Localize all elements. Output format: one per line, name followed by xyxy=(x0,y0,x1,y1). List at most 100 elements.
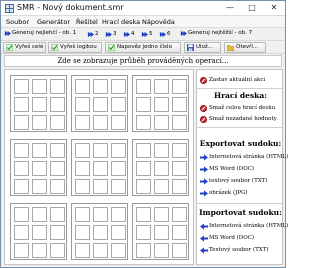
sudoku-cell[interactable] xyxy=(32,225,47,240)
sudoku-cell[interactable] xyxy=(32,179,47,194)
sudoku-cell[interactable] xyxy=(32,207,47,222)
sudoku-cell[interactable] xyxy=(75,79,90,94)
sudoku-cell[interactable] xyxy=(50,161,65,176)
menu-napoveda[interactable]: Nápověda xyxy=(142,17,175,27)
sudoku-cell[interactable] xyxy=(136,115,151,130)
generate-level-4-button[interactable]: 4 xyxy=(123,29,135,40)
sudoku-cell[interactable] xyxy=(50,143,65,158)
clear-unset-button[interactable]: Smaž nezadané hodnoty xyxy=(200,115,277,124)
sudoku-cell[interactable] xyxy=(172,243,187,258)
sudoku-cell[interactable] xyxy=(93,143,108,158)
sudoku-cell[interactable] xyxy=(154,243,169,258)
hint-one-button[interactable]: Napověz jedno číslo xyxy=(105,42,181,53)
stop-action-button[interactable]: Zastav aktuální akci xyxy=(200,76,265,85)
sudoku-cell[interactable] xyxy=(93,179,108,194)
sudoku-cell[interactable] xyxy=(50,207,65,222)
sudoku-cell[interactable] xyxy=(14,207,29,222)
sudoku-cell[interactable] xyxy=(50,97,65,112)
sudoku-cell[interactable] xyxy=(111,161,126,176)
sudoku-cell[interactable] xyxy=(93,243,108,258)
menu-generator[interactable]: Generátor xyxy=(37,17,70,27)
sudoku-cell[interactable] xyxy=(50,79,65,94)
sudoku-cell[interactable] xyxy=(154,115,169,130)
sudoku-cell[interactable] xyxy=(14,179,29,194)
sudoku-cell[interactable] xyxy=(93,79,108,94)
sudoku-cell[interactable] xyxy=(136,161,151,176)
solve-all-button[interactable]: Vyřeš celé xyxy=(3,42,46,53)
sudoku-cell[interactable] xyxy=(75,161,90,176)
sudoku-cell[interactable] xyxy=(136,179,151,194)
sudoku-cell[interactable] xyxy=(75,97,90,112)
sudoku-cell[interactable] xyxy=(14,97,29,112)
sudoku-cell[interactable] xyxy=(50,243,65,258)
sudoku-cell[interactable] xyxy=(136,243,151,258)
save-button[interactable]: Ulož... xyxy=(184,42,221,53)
generate-easiest-button[interactable]: Generuj nejlehčí - ob. 1 xyxy=(3,29,84,40)
sudoku-cell[interactable] xyxy=(14,115,29,130)
sudoku-cell[interactable] xyxy=(154,207,169,222)
sudoku-cell[interactable] xyxy=(172,225,187,240)
sudoku-cell[interactable] xyxy=(32,161,47,176)
sudoku-cell[interactable] xyxy=(172,97,187,112)
sudoku-cell[interactable] xyxy=(93,225,108,240)
sudoku-cell[interactable] xyxy=(75,115,90,130)
sudoku-cell[interactable] xyxy=(75,207,90,222)
sudoku-cell[interactable] xyxy=(111,179,126,194)
open-button[interactable]: Otevři... xyxy=(224,42,266,53)
import-doc-button[interactable]: MS Word (DOC) xyxy=(200,234,254,243)
import-txt-button[interactable]: Textový soubor (TXT) xyxy=(200,246,269,255)
sudoku-cell[interactable] xyxy=(93,97,108,112)
generate-hardest-button[interactable]: Generuj nejtěžší - ob. 7 xyxy=(179,29,283,40)
sudoku-cell[interactable] xyxy=(14,161,29,176)
sudoku-cell[interactable] xyxy=(32,143,47,158)
sudoku-cell[interactable] xyxy=(75,243,90,258)
sudoku-cell[interactable] xyxy=(14,79,29,94)
menu-hraci-deska[interactable]: Hrací deska xyxy=(102,17,140,27)
sudoku-cell[interactable] xyxy=(50,225,65,240)
sudoku-cell[interactable] xyxy=(172,79,187,94)
minimize-button[interactable]: — xyxy=(219,1,241,15)
sudoku-cell[interactable] xyxy=(14,243,29,258)
sudoku-cell[interactable] xyxy=(154,225,169,240)
sudoku-cell[interactable] xyxy=(136,207,151,222)
sudoku-cell[interactable] xyxy=(14,225,29,240)
sudoku-cell[interactable] xyxy=(154,143,169,158)
maximize-button[interactable]: □ xyxy=(241,1,263,15)
sudoku-cell[interactable] xyxy=(172,161,187,176)
sudoku-cell[interactable] xyxy=(111,79,126,94)
sudoku-cell[interactable] xyxy=(172,143,187,158)
sudoku-cell[interactable] xyxy=(154,79,169,94)
generate-level-3-button[interactable]: 3 xyxy=(105,29,117,40)
sudoku-cell[interactable] xyxy=(136,225,151,240)
sudoku-cell[interactable] xyxy=(32,79,47,94)
export-doc-button[interactable]: MS Word (DOC) xyxy=(200,165,254,174)
menu-resitel[interactable]: Řešitel xyxy=(76,17,98,27)
generate-level-2-button[interactable]: 2 xyxy=(87,29,99,40)
export-jpg-button[interactable]: obrázek (JPG) xyxy=(200,189,248,198)
sudoku-cell[interactable] xyxy=(136,79,151,94)
generate-level-5-button[interactable]: 5 xyxy=(141,29,153,40)
close-button[interactable]: ✕ xyxy=(263,1,285,15)
sudoku-cell[interactable] xyxy=(111,207,126,222)
generate-level-6-button[interactable]: 6 xyxy=(159,29,171,40)
sudoku-cell[interactable] xyxy=(75,225,90,240)
sudoku-cell[interactable] xyxy=(154,97,169,112)
sudoku-cell[interactable] xyxy=(93,115,108,130)
menu-soubor[interactable]: Soubor xyxy=(6,17,29,27)
sudoku-cell[interactable] xyxy=(14,143,29,158)
sudoku-cell[interactable] xyxy=(32,97,47,112)
import-html-button[interactable]: Internetová stránka (HTML) xyxy=(200,222,288,231)
sudoku-cell[interactable] xyxy=(172,179,187,194)
sudoku-cell[interactable] xyxy=(111,97,126,112)
sudoku-cell[interactable] xyxy=(172,115,187,130)
export-html-button[interactable]: Internetová stránka (HTML) xyxy=(200,153,288,162)
sudoku-cell[interactable] xyxy=(93,161,108,176)
sudoku-cell[interactable] xyxy=(75,179,90,194)
sudoku-cell[interactable] xyxy=(154,179,169,194)
sudoku-cell[interactable] xyxy=(32,115,47,130)
sudoku-cell[interactable] xyxy=(136,143,151,158)
export-txt-button[interactable]: textový soubor (TXT) xyxy=(200,177,267,186)
sudoku-cell[interactable] xyxy=(32,243,47,258)
sudoku-cell[interactable] xyxy=(111,225,126,240)
solve-logic-button[interactable]: Vyřeš logikou xyxy=(48,42,102,53)
